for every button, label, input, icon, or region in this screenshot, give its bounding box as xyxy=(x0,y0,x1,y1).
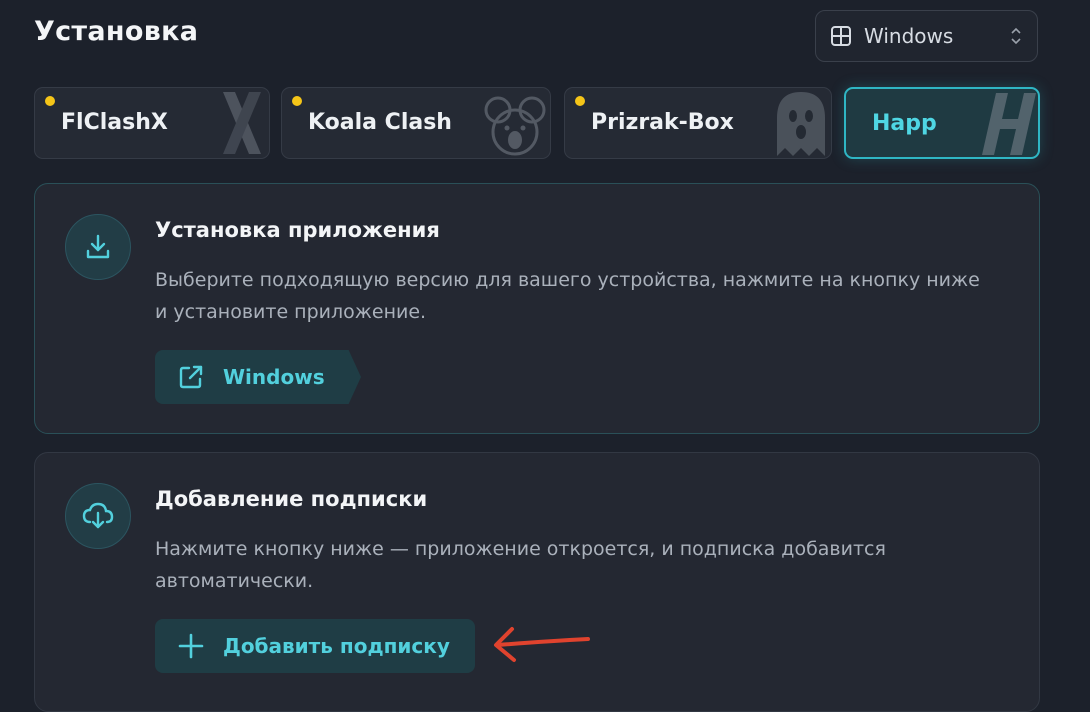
tab-prizrak-box[interactable]: Prizrak-Box xyxy=(564,87,832,159)
new-badge-dot xyxy=(292,96,302,106)
card-title: Добавление подписки xyxy=(155,487,428,511)
button-label: Windows xyxy=(223,365,325,389)
os-select[interactable]: Windows xyxy=(815,10,1038,62)
tab-label: FlClashX xyxy=(61,110,168,135)
tab-flclashx[interactable]: FlClashX xyxy=(34,87,270,159)
button-label: Добавить подписку xyxy=(223,634,450,658)
new-badge-dot xyxy=(45,96,55,106)
card-title: Установка приложения xyxy=(155,218,440,242)
flclashx-logo-icon xyxy=(223,92,261,154)
tab-happ[interactable]: Happ xyxy=(844,87,1040,159)
card-description: Нажмите кнопку ниже — приложение откроет… xyxy=(155,538,886,592)
os-select-value: Windows xyxy=(864,24,954,48)
chevron-up-down-icon xyxy=(1011,27,1021,45)
koala-logo-icon xyxy=(484,96,546,156)
tab-label: Happ xyxy=(872,111,937,136)
cloud-download-icon xyxy=(65,483,131,549)
add-subscription-card: Добавление подписки Нажмите кнопку ниже … xyxy=(34,452,1040,712)
tab-koala-clash[interactable]: Koala Clash xyxy=(281,87,551,159)
plus-icon xyxy=(178,633,204,659)
add-subscription-button[interactable]: Добавить подписку xyxy=(155,619,475,673)
page-title: Установка xyxy=(34,16,199,47)
download-icon xyxy=(65,214,131,280)
red-arrow-annotation-icon xyxy=(494,627,590,662)
install-app-card: Установка приложения Выберите подходящую… xyxy=(34,183,1040,434)
happ-logo-icon xyxy=(982,93,1036,155)
download-windows-button[interactable]: Windows xyxy=(155,350,361,404)
ghost-logo-icon xyxy=(777,92,825,156)
new-badge-dot xyxy=(575,96,585,106)
card-description: Выберите подходящую версию для вашего ус… xyxy=(155,269,980,323)
windows-icon xyxy=(831,26,851,46)
tab-label: Prizrak-Box xyxy=(591,110,734,135)
tab-label: Koala Clash xyxy=(308,110,452,135)
external-link-icon xyxy=(179,365,203,389)
